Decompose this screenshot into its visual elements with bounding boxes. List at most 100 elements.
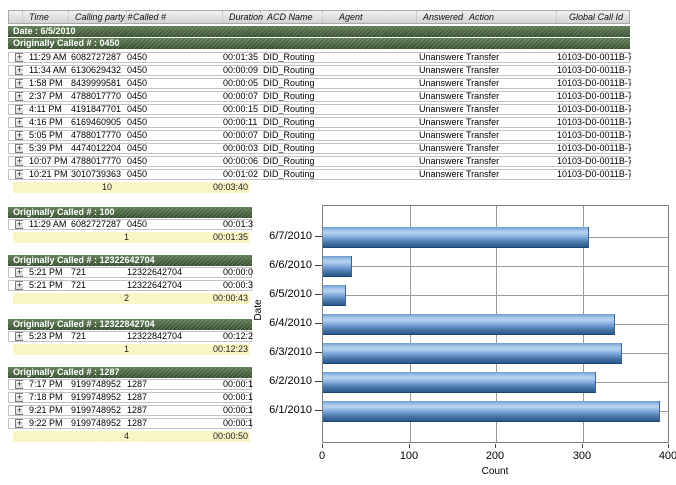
expand-plus-icon[interactable]: +: [15, 131, 23, 140]
expand-plus-icon[interactable]: +: [15, 419, 23, 428]
group-header: Originally Called # : 1287: [8, 367, 252, 378]
expand-plus-icon[interactable]: +: [15, 268, 23, 277]
chart-bar[interactable]: [323, 227, 589, 248]
y-axis-tick: [315, 381, 322, 382]
chart-bar[interactable]: [323, 285, 346, 306]
group-header: Originally Called # : 12322642704: [8, 255, 252, 266]
expand-plus-icon[interactable]: +: [15, 157, 23, 166]
cell-agent: [323, 157, 417, 166]
cell-global_id: 10103-D0-0011B-772: [557, 105, 631, 114]
cell-time: 7:17 PM: [23, 380, 69, 389]
cell-duration: 00:00:11: [223, 118, 261, 127]
expand-cell: +: [9, 170, 23, 179]
cell-called: 0450: [127, 220, 223, 229]
column-header-called: Called #: [127, 11, 223, 23]
y-tick-label: 6/1/2010: [252, 404, 312, 416]
cell-duration: 00:00:09: [223, 268, 253, 277]
expand-cell: +: [9, 118, 23, 127]
cell-called: 12322642704: [127, 281, 223, 290]
table-row: +7:18 PM9199748952128700:00:12: [8, 392, 252, 403]
column-header-global_id: Global Call Id: [557, 11, 631, 23]
summary-total-duration: 00:00:50: [213, 431, 248, 442]
column-header-answered: Answered: [417, 11, 463, 23]
x-axis-tick: [322, 444, 323, 448]
summary-total-duration: 00:03:40: [213, 182, 248, 193]
y-axis-tick: [315, 294, 322, 295]
chart-bar[interactable]: [323, 314, 615, 335]
cell-calling: 721: [69, 268, 127, 277]
expand-plus-icon[interactable]: +: [15, 332, 23, 341]
cell-time: 4:11 PM: [23, 105, 69, 114]
x-axis-tick: [409, 444, 410, 448]
table-row: +5:21 PM7211232264270400:00:34: [8, 280, 252, 291]
expand-plus-icon[interactable]: +: [15, 92, 23, 101]
cell-duration: 00:00:15: [223, 105, 261, 114]
x-tick-label: 400: [646, 450, 676, 462]
cell-time: 2:37 PM: [23, 92, 69, 101]
cell-duration: 00:00:13: [223, 380, 253, 389]
expand-plus-icon[interactable]: +: [15, 79, 23, 88]
expand-plus-icon[interactable]: +: [15, 144, 23, 153]
cell-acd: DID_Routing: [261, 53, 323, 62]
cell-calling: 8439999581: [69, 79, 127, 88]
expand-plus-icon[interactable]: +: [15, 393, 23, 402]
chart-bar[interactable]: [323, 401, 660, 422]
gridline-horizontal: [323, 295, 668, 296]
table-row: +11:29 AM6082727287045000:01:35: [8, 219, 252, 230]
expand-plus-icon[interactable]: +: [15, 170, 23, 179]
cell-duration: 00:00:34: [223, 281, 253, 290]
cell-duration: 00:00:07: [223, 92, 261, 101]
table-row: +5:23 PM7211232284270400:12:23: [8, 331, 252, 342]
cell-global_id: 10103-D0-0011B-77E: [557, 157, 631, 166]
expand-plus-icon[interactable]: +: [15, 220, 23, 229]
cell-time: 7:18 PM: [23, 393, 69, 402]
date-group-header: Date : 6/5/2010: [8, 26, 630, 37]
expand-plus-icon[interactable]: +: [15, 118, 23, 127]
cell-global_id: 10103-D0-0011B-774: [557, 131, 631, 140]
column-header-acd: ACD Name: [261, 11, 323, 23]
cell-acd: DID_Routing: [261, 105, 323, 114]
chart-bar[interactable]: [323, 256, 352, 277]
expand-cell: +: [9, 53, 23, 62]
compact-group: Originally Called # : 100 +11:29 AM608272…: [8, 207, 252, 243]
expand-plus-icon[interactable]: +: [15, 406, 23, 415]
expand-plus-icon[interactable]: +: [15, 281, 23, 290]
group-summary-row: 1000:03:40: [13, 182, 250, 193]
cell-called: 0450: [127, 144, 223, 153]
summary-call-count: 1: [124, 232, 129, 243]
cell-action: Transfer: [463, 131, 557, 140]
expand-plus-icon[interactable]: +: [15, 105, 23, 114]
cell-duration: 00:00:09: [223, 66, 261, 75]
summary-call-count: 2: [124, 293, 129, 304]
cell-answered: Unanswered: [417, 131, 463, 140]
cell-called: 0450: [127, 79, 223, 88]
y-tick-label: 6/5/2010: [252, 288, 312, 300]
x-tick-label: 100: [387, 450, 431, 462]
cell-called: 1287: [127, 406, 223, 415]
expand-plus-icon[interactable]: +: [15, 53, 23, 62]
cell-global_id: 10103-D0-0011B-778: [557, 144, 631, 153]
table-row: +5:21 PM7211232264270400:00:09: [8, 267, 252, 278]
column-header-duration: Duration: [223, 11, 261, 23]
expand-plus-icon[interactable]: +: [15, 66, 23, 75]
chart-bar[interactable]: [323, 343, 622, 364]
y-axis-tick: [315, 352, 322, 353]
group-header-label: Originally Called # : 100: [13, 207, 115, 217]
group-summary-row: 100:12:23: [13, 344, 250, 355]
group-header: Originally Called # : 100: [8, 207, 252, 218]
row-container: +11:29 AM6082727287045000:01:35DID_Routi…: [8, 52, 630, 180]
expand-plus-icon[interactable]: +: [15, 380, 23, 389]
cell-calling: 721: [69, 332, 127, 341]
expand-cell: +: [9, 131, 23, 140]
column-header-calling: Calling party #: [69, 11, 127, 23]
cell-duration: 00:00:07: [223, 131, 261, 140]
chart-bar[interactable]: [323, 372, 596, 393]
cell-answered: Unanswered: [417, 157, 463, 166]
cell-duration: 00:00:14: [223, 406, 253, 415]
cell-called: 1287: [127, 393, 223, 402]
chart-plot-area: [322, 205, 669, 443]
cell-called: 0450: [127, 131, 223, 140]
cell-agent: [323, 131, 417, 140]
row-container: +5:21 PM7211232264270400:00:09 +5:21 PM72…: [8, 267, 252, 291]
cell-called: 0450: [127, 66, 223, 75]
